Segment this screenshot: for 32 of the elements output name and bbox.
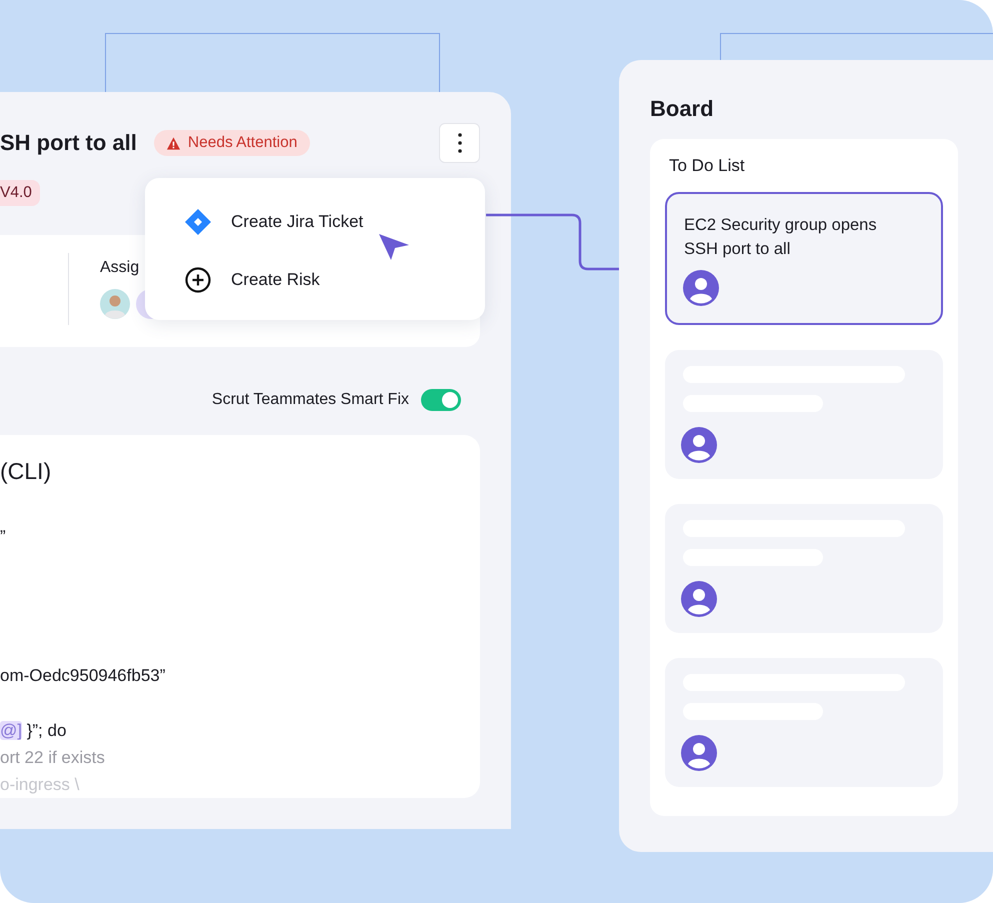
issue-title: SH port to all (0, 130, 137, 156)
user-icon (683, 270, 719, 306)
diamond-icon (184, 208, 212, 236)
code-line: @] }”; do (0, 720, 68, 742)
task-title: EC2 Security group opens SSH port to all (684, 215, 878, 260)
code-line: ort 22 if exists (0, 747, 106, 769)
task-card[interactable]: EC2 Security group opens SSH port to all (665, 192, 943, 325)
version-tag: V4.0 (0, 180, 40, 206)
more-icon (456, 132, 462, 154)
assignee-label: Assig (100, 259, 140, 276)
menu-item[interactable]: Create Risk (231, 270, 320, 290)
task-card[interactable] (665, 350, 943, 479)
code-line: o-ingress \ (0, 774, 80, 796)
task-card[interactable] (665, 658, 943, 787)
avatar-icon (100, 289, 130, 319)
column-title: To Do List (668, 156, 746, 176)
smart-fix-label: Scrut Teammates Smart Fix (212, 391, 409, 409)
user-icon (681, 427, 717, 463)
more-button[interactable] (439, 123, 480, 163)
board-title: Board (650, 95, 715, 123)
badge-label: Needs Attention (188, 134, 298, 152)
warning-icon (166, 136, 181, 150)
code-heading: (CLI) (0, 458, 52, 485)
user-icon (681, 735, 717, 771)
add-icon (184, 266, 212, 294)
cursor-icon (378, 233, 410, 261)
user-icon (681, 581, 717, 617)
smart-fix-toggle[interactable] (421, 389, 461, 411)
task-card[interactable] (665, 504, 943, 633)
code-line: ” (0, 526, 7, 548)
menu-item[interactable]: Create Jira Ticket (231, 212, 364, 232)
code-line: om-Oedc950946fb53” (0, 665, 166, 687)
